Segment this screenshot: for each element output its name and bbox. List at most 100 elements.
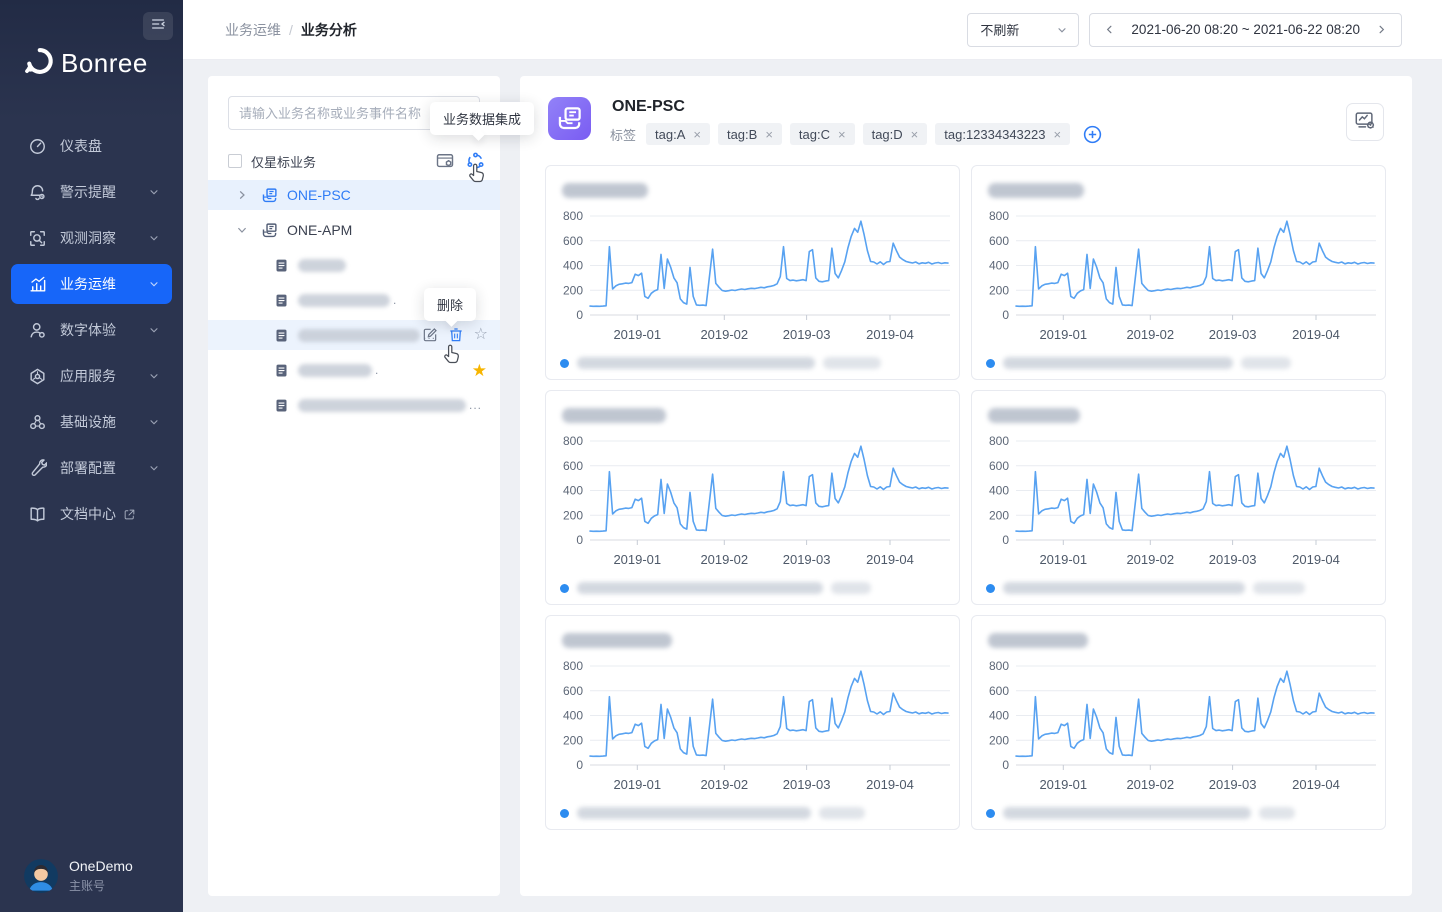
business-analysis-panel: ONE-PSC 标签 tag:A×tag:B×tag:C×tag:D×tag:1…	[520, 76, 1412, 896]
svg-text:200: 200	[563, 508, 583, 522]
delete-icon[interactable]	[448, 327, 465, 344]
svg-text:2019-01: 2019-01	[1039, 552, 1087, 567]
chevron-down-icon	[148, 186, 160, 198]
chart-legend[interactable]	[986, 807, 1295, 819]
tag-remove-icon[interactable]: ×	[765, 127, 773, 142]
legend-text-redacted	[1253, 582, 1305, 594]
tree-leaf-redacted[interactable]: ...	[208, 390, 500, 420]
prev-range-icon[interactable]	[1104, 23, 1115, 36]
business-tree-panel: 仅星标业务 ONE-PSC ONE-	[208, 76, 500, 896]
star-filled-icon[interactable]: ★	[472, 362, 487, 379]
svg-text:2019-03: 2019-03	[783, 552, 831, 567]
tag-pill[interactable]: tag:C×	[790, 123, 855, 145]
chart-legend[interactable]	[560, 807, 865, 819]
tag-pill[interactable]: tag:D ×	[863, 123, 928, 145]
svg-text:2019-02: 2019-02	[1126, 777, 1174, 792]
tag-text: tag:D	[872, 127, 903, 142]
svg-text:200: 200	[989, 508, 1009, 522]
svg-text:200: 200	[989, 733, 1009, 747]
sidebar-item-4[interactable]: 数字体验	[11, 310, 172, 350]
add-tag-icon[interactable]	[1082, 124, 1103, 145]
next-range-icon[interactable]	[1376, 23, 1387, 36]
page-title: ONE-PSC	[612, 98, 685, 116]
svg-text:200: 200	[989, 283, 1009, 297]
svg-text:2019-01: 2019-01	[613, 777, 661, 792]
sidebar-item-label: 仪表盘	[60, 136, 102, 156]
business-config-icon[interactable]	[435, 151, 456, 172]
chevron-down-icon	[148, 324, 160, 336]
legend-dot-icon	[986, 584, 995, 593]
hand-cursor	[466, 161, 491, 186]
tag-remove-icon[interactable]: ×	[911, 127, 919, 142]
star-outline-icon[interactable]: ☆	[474, 327, 488, 343]
legend-text-redacted	[1259, 807, 1295, 819]
svg-text:0: 0	[1002, 758, 1009, 772]
tag-pill[interactable]: tag:A×	[646, 123, 710, 145]
user-account[interactable]: OneDemo 主账号	[24, 858, 133, 894]
redacted-text	[298, 329, 420, 342]
edit-icon[interactable]	[422, 327, 439, 344]
tree-node-one-apm[interactable]: ONE-APM	[208, 215, 500, 245]
star-filter-checkbox[interactable]	[228, 154, 242, 168]
tag-row: 标签 tag:A×tag:B×tag:C×tag:D×tag:123343432…	[610, 123, 1103, 145]
tag-pill[interactable]: tag:B×	[718, 123, 782, 145]
chart-card-5: 02004006008002019-012019-022019-032019-0…	[971, 615, 1386, 830]
tag-remove-icon[interactable]: ×	[838, 127, 846, 142]
sidebar-item-3[interactable]: 业务运维	[11, 264, 172, 304]
sidebar-item-6[interactable]: 基础设施	[11, 402, 172, 442]
line-chart: 02004006008002019-012019-022019-032019-0…	[978, 433, 1380, 571]
svg-text:400: 400	[989, 484, 1009, 498]
tree-leaf-redacted[interactable]	[208, 250, 500, 280]
topbar-controls: 不刷新 2021-06-20 08:20 ~ 2021-06-22 08:20	[967, 13, 1402, 47]
infrastructure-icon	[28, 413, 47, 432]
tag-remove-icon[interactable]: ×	[693, 127, 701, 142]
sidebar-item-7[interactable]: 部署配置	[11, 448, 172, 488]
sidebar-item-5[interactable]: 应用服务	[11, 356, 172, 396]
business-group-icon	[261, 187, 278, 204]
deploy-config-icon	[28, 459, 47, 478]
svg-text:0: 0	[1002, 308, 1009, 322]
svg-text:2019-04: 2019-04	[866, 777, 914, 792]
tag-pill[interactable]: tag:12334343223×	[935, 123, 1070, 145]
chevron-down-icon	[148, 232, 160, 244]
chart-legend[interactable]	[560, 582, 871, 594]
svg-text:600: 600	[563, 684, 583, 698]
chevron-down-icon	[148, 462, 160, 474]
sidebar-collapse-button[interactable]	[143, 12, 173, 40]
svg-text:2019-01: 2019-01	[1039, 327, 1087, 342]
chart-legend[interactable]	[560, 357, 881, 369]
sidebar-item-0[interactable]: 仪表盘	[11, 126, 172, 166]
sidebar-item-2[interactable]: 观测洞察	[11, 218, 172, 258]
observe-insight-icon	[28, 229, 47, 248]
chevron-down-icon	[1056, 24, 1068, 36]
chart-title-redacted	[988, 183, 1084, 198]
star-filter-label: 仅星标业务	[251, 152, 316, 171]
chart-settings-button[interactable]	[1346, 103, 1384, 141]
tree-node-one-psc[interactable]: ONE-PSC	[208, 180, 500, 210]
redacted-text	[298, 399, 466, 412]
chart-card-1: 02004006008002019-012019-022019-032019-0…	[971, 165, 1386, 380]
caret-right-icon[interactable]	[236, 189, 249, 201]
sidebar-item-label: 部署配置	[60, 458, 116, 478]
breadcrumb-parent[interactable]: 业务运维	[225, 20, 281, 40]
legend-text-redacted	[819, 807, 865, 819]
chart-legend[interactable]	[986, 582, 1305, 594]
avatar	[24, 859, 58, 893]
sidebar-item-1[interactable]: 警示提醒	[11, 172, 172, 212]
chart-legend[interactable]	[986, 357, 1291, 369]
chevron-down-icon	[148, 370, 160, 382]
sidebar-item-label: 观测洞察	[60, 228, 116, 248]
sidebar-item-8[interactable]: 文档中心	[11, 494, 172, 534]
sidebar-item-label: 业务运维	[60, 274, 116, 294]
redacted-text	[298, 259, 346, 272]
date-range-picker[interactable]: 2021-06-20 08:20 ~ 2021-06-22 08:20	[1089, 13, 1402, 47]
event-doc-icon	[274, 293, 289, 308]
redacted-text	[298, 294, 390, 307]
refresh-interval-select[interactable]: 不刷新	[967, 13, 1079, 47]
svg-text:2019-03: 2019-03	[1209, 552, 1257, 567]
chart-card-2: 02004006008002019-012019-022019-032019-0…	[545, 390, 960, 605]
svg-text:2019-01: 2019-01	[613, 552, 661, 567]
tag-remove-icon[interactable]: ×	[1053, 127, 1061, 142]
caret-down-icon[interactable]	[236, 224, 249, 236]
external-link-icon	[123, 508, 136, 521]
